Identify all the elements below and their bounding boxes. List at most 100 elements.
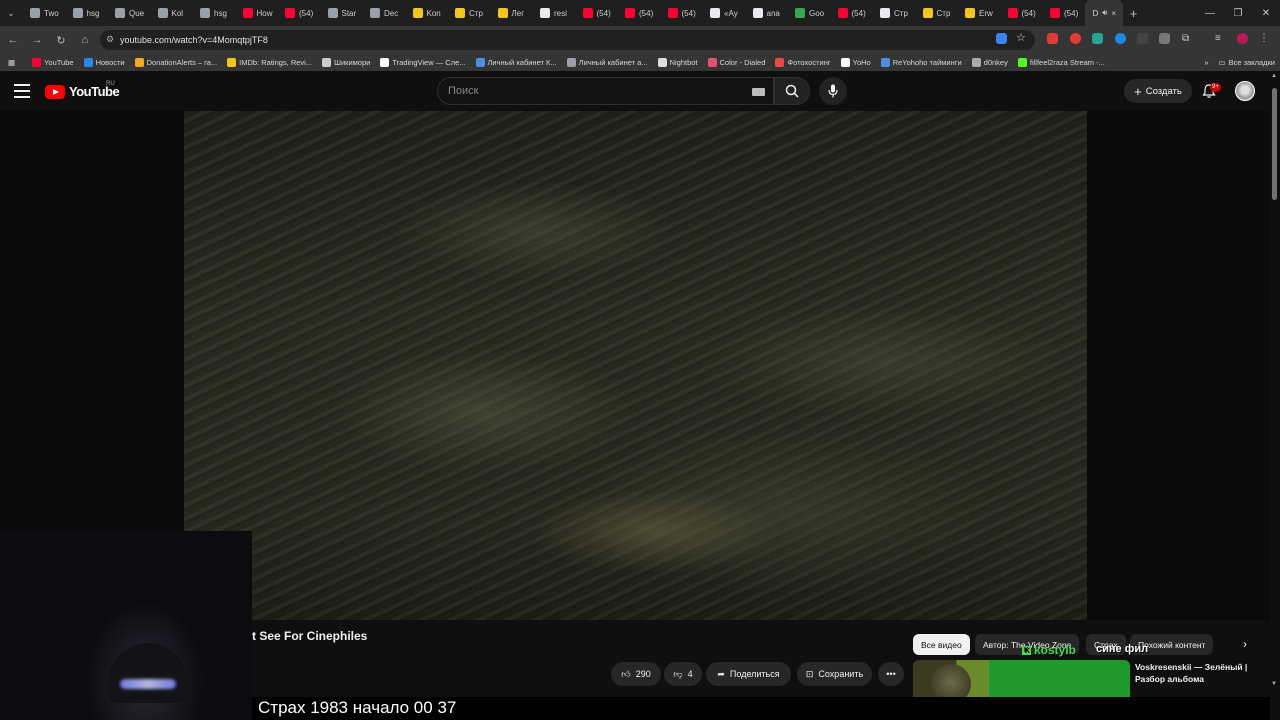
browser-tab[interactable]: (54): [617, 0, 660, 26]
maximize-button[interactable]: ❐: [1224, 0, 1252, 26]
extension-icon-5[interactable]: [1137, 33, 1148, 44]
scroll-up-arrow-icon[interactable]: ▲: [1271, 73, 1277, 79]
bookmark-star-icon[interactable]: ☆: [1016, 33, 1027, 44]
back-button[interactable]: ←: [2, 29, 24, 51]
extension-icon-1[interactable]: [1047, 33, 1058, 44]
bookmark-label: fillfeel2raza Stream -...: [1029, 58, 1105, 67]
new-tab-button[interactable]: +: [1123, 0, 1145, 26]
voice-search-button[interactable]: [819, 77, 847, 105]
browser-tab[interactable]: Стр: [915, 0, 958, 26]
browser-tab[interactable]: «Ау: [702, 0, 745, 26]
browser-tab[interactable]: Kol: [150, 0, 193, 26]
extension-icon-3[interactable]: [1092, 33, 1103, 44]
bookmark-item[interactable]: YouTube: [27, 58, 78, 67]
close-window-button[interactable]: ✕: [1252, 0, 1280, 26]
browser-tab[interactable]: (54): [1042, 0, 1085, 26]
create-button[interactable]: + Создать: [1124, 79, 1192, 103]
youtube-logo[interactable]: YouTube RU: [45, 81, 120, 99]
tab-favicon-icon: [625, 8, 635, 18]
bookmark-item[interactable]: Личный кабинет а...: [562, 58, 653, 67]
browser-tab[interactable]: Стр: [872, 0, 915, 26]
bookmark-item[interactable]: IMDb: Ratings, Revi...: [222, 58, 317, 67]
save-button[interactable]: ⊡ Сохранить: [797, 662, 872, 686]
home-button[interactable]: ⌂: [74, 29, 96, 51]
bookmark-item[interactable]: Новости: [79, 58, 130, 67]
browser-tab[interactable]: (54): [830, 0, 873, 26]
plus-icon: +: [1134, 83, 1142, 99]
browser-tab[interactable]: hsg: [65, 0, 108, 26]
more-actions-button[interactable]: •••: [878, 662, 904, 686]
browser-tab[interactable]: (54): [277, 0, 320, 26]
bookmark-item[interactable]: Фотохостинг: [770, 58, 835, 67]
browser-tab[interactable]: Лег: [490, 0, 533, 26]
apps-grid-icon[interactable]: ▦: [0, 58, 27, 67]
bookmark-item[interactable]: Шикимори: [317, 58, 375, 67]
profile-avatar-icon[interactable]: [1237, 33, 1248, 44]
video-player[interactable]: [184, 111, 1087, 620]
like-button[interactable]: 👍︎ 290: [611, 662, 661, 686]
bookmark-item[interactable]: TradingView — Сле...: [375, 58, 470, 67]
chevron-right-icon[interactable]: ›: [1237, 636, 1253, 652]
browser-tab[interactable]: hsg: [192, 0, 235, 26]
browser-tab[interactable]: Erw: [957, 0, 1000, 26]
browser-tab[interactable]: ana: [745, 0, 788, 26]
webcam-overlay: [0, 531, 252, 720]
browser-tab[interactable]: Kon: [405, 0, 448, 26]
tab-label: (54): [681, 8, 696, 18]
dislike-button[interactable]: 👎︎ 4: [664, 662, 702, 686]
search-input[interactable]: Поиск: [437, 77, 774, 105]
extension-icon-4[interactable]: [1115, 33, 1126, 44]
chip-all-videos[interactable]: Все видео: [913, 634, 970, 655]
bookmark-item[interactable]: ReYohoho тайминги: [876, 58, 967, 67]
bookmark-item[interactable]: fillfeel2raza Stream -...: [1013, 58, 1110, 67]
browser-tab[interactable]: (54): [575, 0, 618, 26]
translate-icon[interactable]: [996, 33, 1007, 44]
bookmark-item[interactable]: DonationAlerts – га...: [130, 58, 223, 67]
browser-menu-icon[interactable]: ⋮: [1259, 33, 1270, 44]
bookmark-item[interactable]: Личный кабинет К...: [471, 58, 562, 67]
tab-favicon-icon: [710, 8, 720, 18]
reading-list-icon[interactable]: ≡: [1215, 33, 1226, 44]
browser-tab[interactable]: Dec: [362, 0, 405, 26]
extension-icon-6[interactable]: [1159, 33, 1170, 44]
browser-tab[interactable]: (54): [660, 0, 703, 26]
browser-tab[interactable]: Star: [320, 0, 363, 26]
browser-tab[interactable]: Стр: [447, 0, 490, 26]
all-bookmarks-folder[interactable]: ▭ Все закладки: [1214, 58, 1280, 67]
extensions-puzzle-icon[interactable]: ⧉: [1182, 33, 1193, 44]
bookmark-favicon-icon: [1017, 58, 1027, 67]
bookmark-item[interactable]: Color - Dialed: [703, 58, 771, 67]
forward-button[interactable]: →: [26, 29, 48, 51]
bookmark-item[interactable]: YoHo: [836, 58, 876, 67]
browser-tab[interactable]: Que: [107, 0, 150, 26]
tab-close-icon[interactable]: ×: [1111, 9, 1116, 18]
browser-tab[interactable]: Goo: [787, 0, 830, 26]
account-avatar[interactable]: [1235, 81, 1255, 101]
site-info-icon[interactable]: ⚙: [106, 34, 114, 45]
guide-menu-icon[interactable]: [14, 84, 30, 98]
address-bar[interactable]: ⚙ youtube.com/watch?v=4MomqtpjTF8: [100, 30, 1035, 50]
tab-label: Стр: [894, 8, 908, 18]
minimize-button[interactable]: —: [1196, 0, 1224, 26]
scrollbar-thumb[interactable]: [1272, 88, 1277, 200]
all-bookmarks-label: Все закладки: [1228, 58, 1275, 67]
extension-icon-2[interactable]: [1070, 33, 1081, 44]
browser-tab[interactable]: resi: [532, 0, 575, 26]
recommendation-title[interactable]: Voskresenskii — Зелёный | Разбор альбома: [1135, 661, 1260, 685]
scroll-down-arrow-icon[interactable]: ▼: [1271, 681, 1277, 687]
browser-tab[interactable]: Two: [22, 0, 65, 26]
window-controls: — ❐ ✕: [1196, 0, 1280, 26]
reload-button[interactable]: ↻: [50, 29, 72, 51]
browser-tab-active[interactable]: D 🔊︎ ×: [1084, 0, 1123, 26]
bookmarks-overflow-icon[interactable]: »: [1199, 58, 1213, 67]
tab-favicon-icon: [242, 8, 253, 18]
bookmark-item[interactable]: d0nkey: [967, 58, 1013, 67]
browser-tab[interactable]: How: [235, 0, 278, 26]
search-button[interactable]: [774, 77, 810, 105]
tab-search-button[interactable]: ⌄: [0, 0, 22, 26]
keyboard-icon[interactable]: [752, 88, 765, 96]
browser-tab[interactable]: (54): [1000, 0, 1043, 26]
share-button[interactable]: ➦ Поделиться: [706, 662, 791, 686]
bookmark-item[interactable]: Nightbot: [653, 58, 703, 67]
bookmark-favicon-icon: [707, 58, 717, 67]
